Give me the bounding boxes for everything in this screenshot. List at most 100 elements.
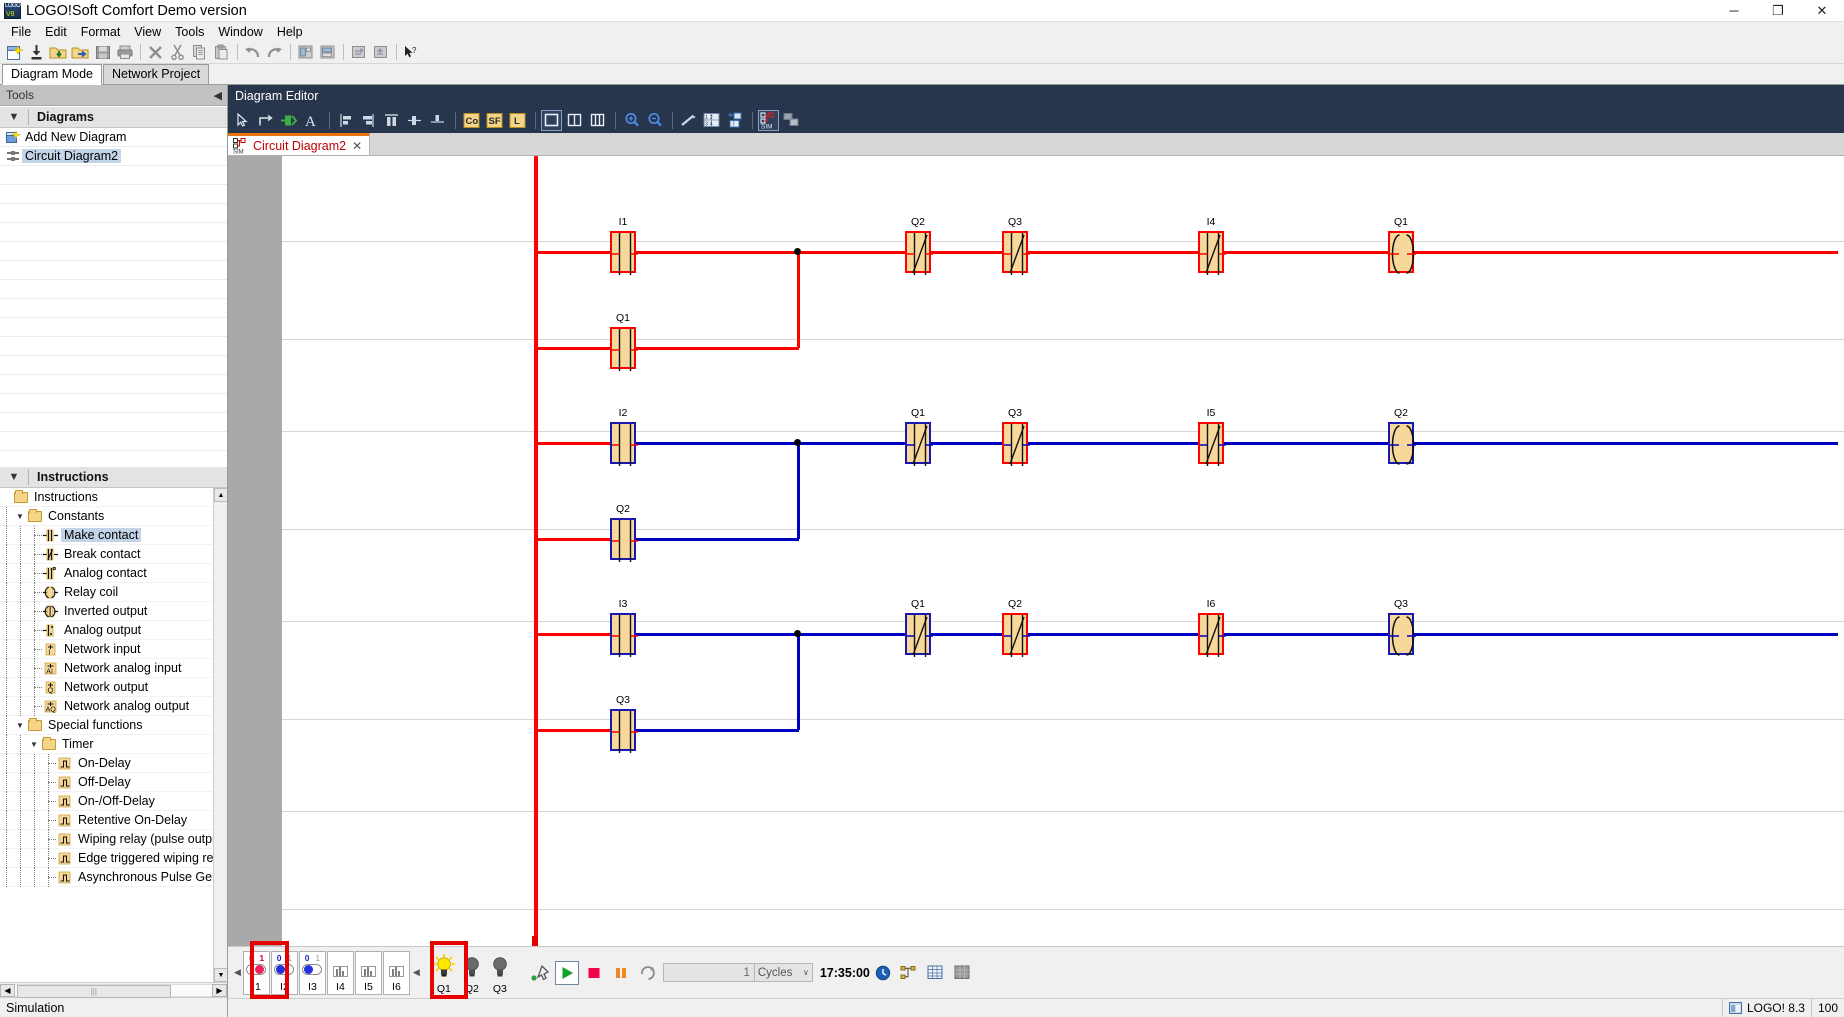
device-status-cell[interactable]: LOGO! 8.3 [1722,999,1811,1017]
ladder-element-I2-rung-2[interactable]: I2 [610,422,636,464]
sim-input-I6[interactable]: I6 [383,951,410,995]
co-constants-icon[interactable]: Co [461,110,482,131]
cut-connection-icon[interactable] [278,110,299,131]
menu-file[interactable]: File [4,23,38,41]
align-left-icon[interactable] [335,110,356,131]
tree-item-row[interactable]: Relay coil [0,583,227,602]
chevron-down-icon[interactable]: ▼ [0,471,28,483]
add-new-diagram-item[interactable]: Add New Diagram [0,128,227,147]
tree-item-row[interactable]: Make contact [0,526,227,545]
ladder-element-Q2-rung-3[interactable]: Q2 [1002,613,1028,655]
zoom-out-icon[interactable] [644,110,665,131]
tree-item-row[interactable]: INetwork input [0,640,227,659]
sim-input-I4[interactable]: I4 [327,951,354,995]
cycles-unit-select[interactable]: Cycles ∨ [755,963,813,982]
hscroll-thumb[interactable]: ||| [17,985,171,998]
align-bottom-icon[interactable] [404,110,425,131]
tab-diagram-mode[interactable]: Diagram Mode [2,64,102,85]
tree-item-row[interactable]: Edge triggered wiping relay [0,849,227,868]
pause-simulation-button[interactable] [609,961,633,985]
zoom-in-icon[interactable] [621,110,642,131]
tree-item-row[interactable]: Analog contact [0,564,227,583]
menu-tools[interactable]: Tools [168,23,211,41]
sim-scroll-left-icon[interactable]: ◀ [232,967,243,978]
ladder-element-Q1-rung-3[interactable]: Q1 [905,613,931,655]
tree-item-row[interactable]: AINetwork analog input [0,659,227,678]
online-test-icon[interactable] [781,110,802,131]
sf-special-functions-icon[interactable]: SF [484,110,505,131]
menu-edit[interactable]: Edit [38,23,74,41]
tab-network-project[interactable]: Network Project [103,64,209,84]
tree-item-row[interactable]: On-Delay [0,754,227,773]
menu-view[interactable]: View [127,23,168,41]
ladder-branch-element-Q3-rung-3[interactable]: Q3 [610,709,636,751]
collapse-left-icon[interactable]: ◀ [214,89,227,102]
align-top-icon[interactable] [381,110,402,131]
tree-expander-icon[interactable]: ▼ [14,512,26,521]
align-right-icon[interactable] [358,110,379,131]
instructions-tree-scrollbar[interactable]: ▲ ▼ [213,488,227,982]
tree-item-row[interactable]: Wiping relay (pulse output) [0,830,227,849]
tree-folder-row[interactable]: ▼Constants [0,507,227,526]
chevron-down-icon[interactable]: ∨ [803,968,809,977]
select-arrow-icon[interactable] [232,110,253,131]
minimize-button[interactable]: ─ [1712,0,1756,22]
clock-icon[interactable] [873,961,893,985]
ladder-element-I1-rung-1[interactable]: I1 [610,231,636,273]
ladder-element-Q3-rung-1[interactable]: Q3 [1002,231,1028,273]
l-ladder-icon[interactable]: L [507,110,528,131]
sim-analog-icon[interactable] [361,966,376,977]
connect-icon[interactable] [255,110,276,131]
help-pointer-icon[interactable]: ? [401,42,422,62]
ladder-element-I4-rung-1[interactable]: I4 [1198,231,1224,273]
sim-output-Q3[interactable]: Q3 [486,951,514,995]
menu-format[interactable]: Format [74,23,128,41]
diagram-tab-circuit-diagram2[interactable]: SIM Circuit Diagram2 ✕ [228,133,370,155]
tree-item-row[interactable]: AQNetwork analog output [0,697,227,716]
chevron-down-icon[interactable]: ▼ [0,111,28,123]
ladder-canvas[interactable]: I1Q2Q3I4Q1Q1I2Q1Q3I5Q2Q2I3Q1Q2I6Q3Q3 sta… [228,156,1844,946]
simulation-pointer-button[interactable] [528,961,552,985]
sim-analog-icon[interactable] [389,966,404,977]
tree-item-row[interactable]: Off-Delay [0,773,227,792]
start-simulation-button[interactable] [555,961,579,985]
tree-item-row[interactable]: Analog output [0,621,227,640]
network-view-icon[interactable] [896,961,920,985]
tree-expander-icon[interactable]: ▼ [14,721,26,730]
import-icon[interactable] [26,42,47,62]
menu-help[interactable]: Help [270,23,310,41]
ladder-element-Q3-rung-2[interactable]: Q3 [1002,422,1028,464]
ladder-branch-element-Q1-rung-1[interactable]: Q1 [610,327,636,369]
open-folder-icon[interactable] [48,42,69,62]
reset-simulation-button[interactable] [636,961,660,985]
text-tool-icon[interactable]: A [301,110,322,131]
selection-tool-icon[interactable] [678,110,699,131]
menu-window[interactable]: Window [211,23,269,41]
instructions-hscrollbar[interactable]: ◀ ||| ▶ [0,982,227,997]
cycles-input[interactable]: 1 [663,963,755,982]
view-split2-icon[interactable] [564,110,585,131]
tree-expander-icon[interactable]: ▼ [28,740,40,749]
sim-analog-icon[interactable] [333,966,348,977]
tree-folder-row[interactable]: ▼Special functions [0,716,227,735]
maximize-button[interactable]: ❐ [1756,0,1800,22]
tree-folder-row[interactable]: Instructions [0,488,227,507]
tree-item-row[interactable]: Inverted output [0,602,227,621]
tree-item-row[interactable]: Asynchronous Pulse Generator [0,868,227,887]
scroll-down-icon[interactable]: ▼ [214,968,227,982]
ladder-element-Q3-rung-3[interactable]: Q3 [1388,613,1414,655]
view-split3-icon[interactable] [587,110,608,131]
ladder-element-I5-rung-2[interactable]: I5 [1198,422,1224,464]
open-project-icon[interactable] [70,42,91,62]
ladder-element-I3-rung-3[interactable]: I3 [610,613,636,655]
diagrams-section-header[interactable]: ▼ Diagrams [0,106,227,128]
zoom-level-cell[interactable]: 100 [1811,999,1844,1017]
scroll-left-icon[interactable]: ◀ [0,984,15,997]
tree-folder-row[interactable]: ▼Timer [0,735,227,754]
scroll-right-icon[interactable]: ▶ [212,984,227,997]
ladder-element-Q1-rung-2[interactable]: Q1 [905,422,931,464]
circuit-diagram2-item[interactable]: Circuit Diagram2 [0,147,227,166]
stop-simulation-button[interactable] [582,961,606,985]
instructions-section-header[interactable]: ▼ Instructions [0,466,227,488]
sim-input-I3[interactable]: 01I3 [299,951,326,995]
